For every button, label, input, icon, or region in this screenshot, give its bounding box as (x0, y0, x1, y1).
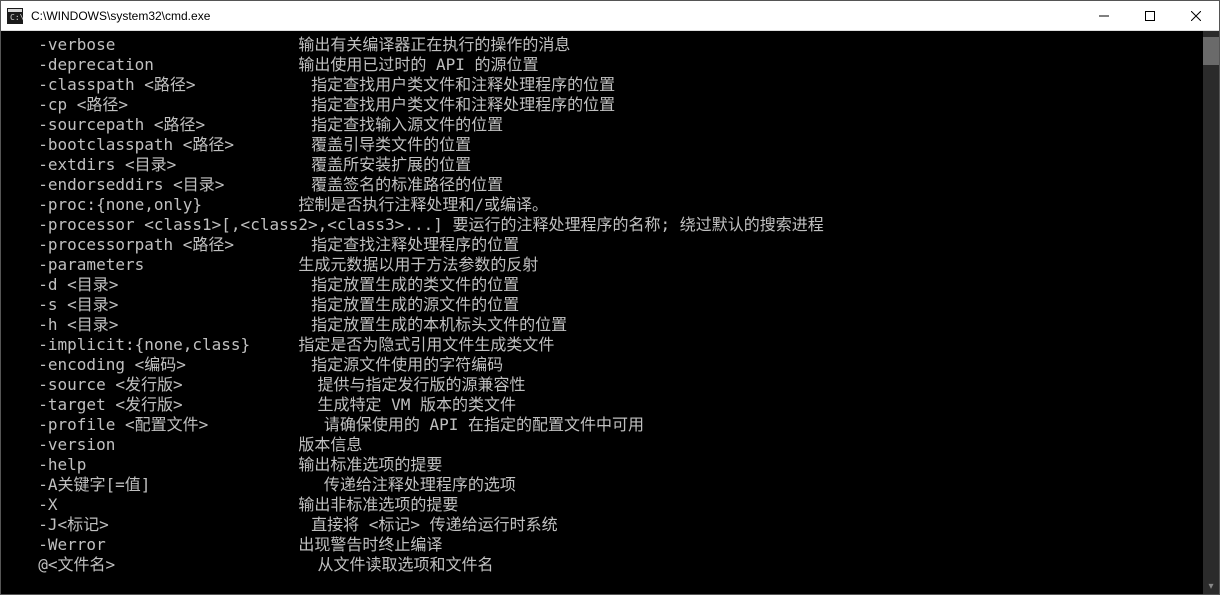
console-area[interactable]: -verbose 输出有关编译器正在执行的操作的消息 -deprecation … (1, 31, 1219, 594)
vertical-scrollbar[interactable]: ▾ (1203, 31, 1219, 594)
maximize-button[interactable] (1127, 1, 1173, 30)
close-button[interactable] (1173, 1, 1219, 30)
minimize-button[interactable] (1081, 1, 1127, 30)
console-output: -verbose 输出有关编译器正在执行的操作的消息 -deprecation … (1, 31, 1203, 594)
svg-text:C:\: C:\ (10, 13, 23, 22)
window-controls (1081, 1, 1219, 30)
window-title: C:\WINDOWS\system32\cmd.exe (29, 9, 1081, 23)
cmd-window: C:\ C:\WINDOWS\system32\cmd.exe -verbose… (0, 0, 1220, 595)
titlebar: C:\ C:\WINDOWS\system32\cmd.exe (1, 1, 1219, 31)
cmd-icon: C:\ (7, 8, 23, 24)
scroll-thumb[interactable] (1203, 37, 1219, 65)
scroll-down-arrow-icon[interactable]: ▾ (1203, 578, 1219, 594)
